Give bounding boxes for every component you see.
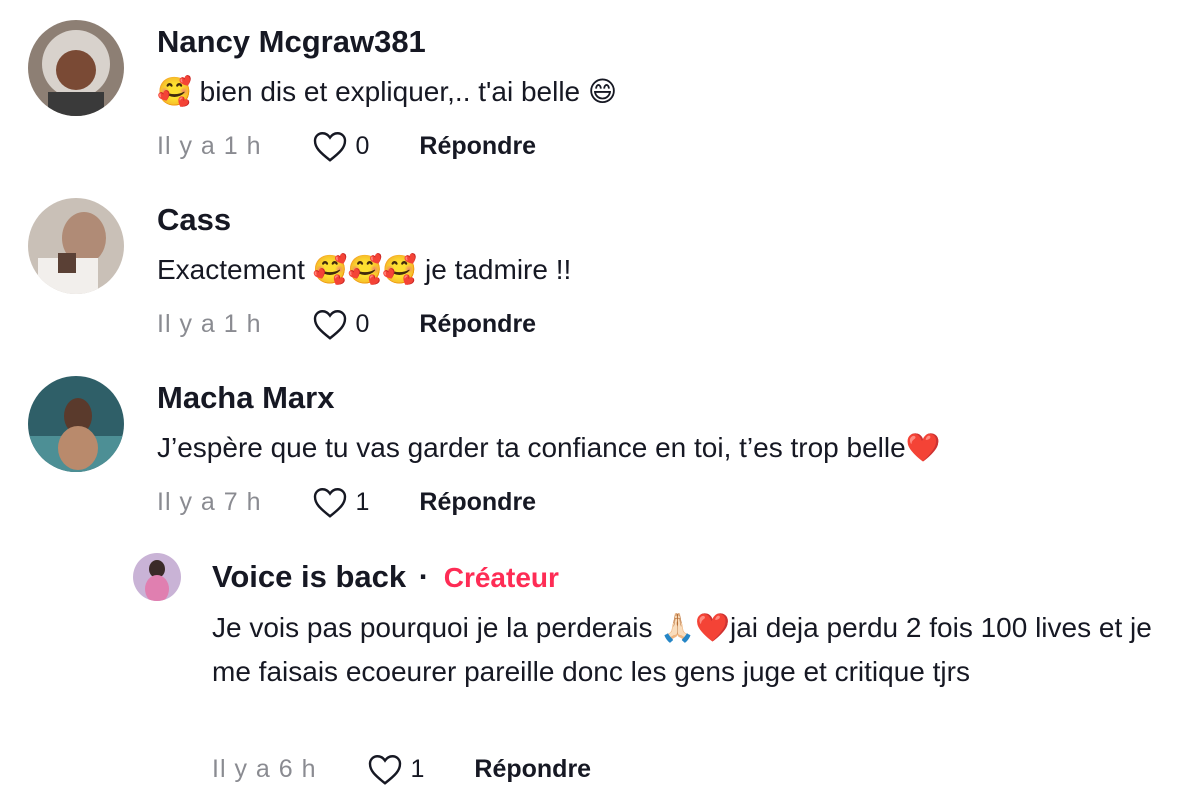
reply-button[interactable]: Répondre xyxy=(419,310,536,339)
like-button[interactable]: 0 xyxy=(312,129,370,163)
like-count: 1 xyxy=(355,487,370,516)
comment-time: Il y a 1 h xyxy=(157,131,262,160)
reply-button[interactable]: Répondre xyxy=(474,755,591,784)
like-count: 0 xyxy=(355,309,370,338)
comment-time: Il y a 7 h xyxy=(157,487,262,516)
heart-outline-icon xyxy=(368,755,401,785)
comment-text: J’espère que tu vas garder ta confiance … xyxy=(157,432,941,463)
heart-outline-icon xyxy=(313,132,346,162)
separator-dot: · xyxy=(418,559,430,594)
comment-meta: Il y a 7 h 1 Répondre xyxy=(157,482,536,522)
heart-outline-icon xyxy=(313,488,346,518)
reply-username[interactable]: Voice is back xyxy=(212,559,406,594)
comment-username[interactable]: Macha Marx xyxy=(157,380,334,416)
like-count: 0 xyxy=(355,131,370,160)
like-button[interactable]: 1 xyxy=(312,485,370,519)
reply-text: Je vois pas pourquoi je la perderais 🙏🏻❤… xyxy=(212,612,1152,687)
avatar[interactable] xyxy=(28,376,124,472)
reply-meta: Il y a 6 h 1 Répondre xyxy=(212,749,591,789)
reply-header: Voice is back · Créateur xyxy=(212,559,559,595)
reply-button[interactable]: Répondre xyxy=(419,488,536,517)
heart-outline-icon xyxy=(313,310,346,340)
comment-time: Il y a 1 h xyxy=(157,309,262,338)
avatar[interactable] xyxy=(28,198,124,294)
reply-time: Il y a 6 h xyxy=(212,754,317,783)
reply-button[interactable]: Répondre xyxy=(419,132,536,161)
comment-username[interactable]: Cass xyxy=(157,202,231,238)
avatar[interactable] xyxy=(133,553,181,601)
like-button[interactable]: 1 xyxy=(367,752,425,786)
comment-text: 🥰 bien dis et expliquer,.. t'ai belle 😄 xyxy=(157,76,618,107)
avatar[interactable] xyxy=(28,20,124,116)
comment-meta: Il y a 1 h 0 Répondre xyxy=(157,304,536,344)
like-count: 1 xyxy=(410,754,425,783)
creator-badge: Créateur xyxy=(443,562,559,593)
comment-meta: Il y a 1 h 0 Répondre xyxy=(157,126,536,166)
comment-username[interactable]: Nancy Mcgraw381 xyxy=(157,24,426,60)
like-button[interactable]: 0 xyxy=(312,307,370,341)
comment-text: Exactement 🥰🥰🥰 je tadmire !! xyxy=(157,254,572,285)
